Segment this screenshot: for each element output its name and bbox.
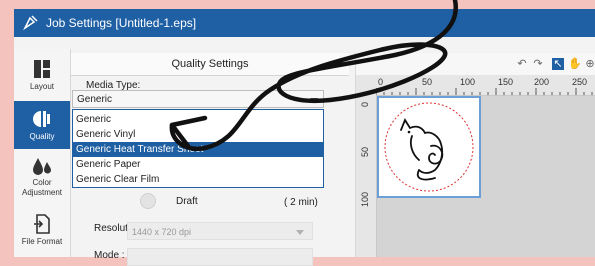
resolution-select[interactable]: 1440 x 720 dpi [127, 222, 313, 240]
pen-tool-icon [23, 15, 38, 31]
ruler-tick-label: 100 [360, 191, 370, 207]
draft-time: ( 2 min) [284, 197, 318, 208]
mode-label: Mode : [94, 250, 125, 261]
ruler-tick-label: 200 [534, 77, 550, 87]
nav-color-adjustment[interactable]: Color Adjustment [14, 153, 70, 203]
title-bar: Job Settings [Untitled-1.eps] [14, 9, 595, 37]
vertical-ruler: 0 50 100 [356, 95, 377, 257]
layout-icon [34, 60, 50, 78]
window-title: Job Settings [Untitled-1.eps] [46, 16, 197, 30]
settings-sidebar: Layout Quality Color Adjustment File For… [14, 49, 71, 257]
nav-layout-label: Layout [29, 82, 55, 91]
nav-layout[interactable]: Layout [14, 53, 70, 99]
ruler-tick-label: 250 [572, 77, 588, 87]
draft-radio[interactable] [140, 193, 156, 209]
nav-quality-label: Quality [29, 132, 55, 141]
quality-icon [33, 111, 50, 127]
nav-quality[interactable]: Quality [14, 101, 70, 149]
quality-settings-header: Quality Settings [71, 53, 349, 76]
media-option-generic-vinyl[interactable]: Generic Vinyl [73, 127, 323, 142]
media-option-generic-clear-film[interactable]: Generic Clear Film [73, 172, 323, 187]
ruler-tick-label: 50 [422, 77, 433, 87]
cat-design [384, 102, 474, 192]
ruler-corner [356, 75, 376, 95]
file-format-icon [34, 214, 50, 234]
ruler-tick-label: 150 [498, 77, 514, 87]
preview-toolbar: ↶ ↷ ↖ ✋ ⊕ [356, 53, 595, 75]
media-type-select[interactable]: Generic [72, 90, 324, 108]
media-option-generic[interactable]: Generic [73, 112, 323, 127]
chevron-down-icon [310, 98, 318, 103]
nav-file-format[interactable]: File Format [14, 209, 70, 255]
ruler-ticks [376, 88, 593, 95]
zoom-icon[interactable]: ⊕ [584, 58, 595, 70]
nav-color-adjustment-label: Color Adjustment [21, 178, 63, 197]
droplets-icon [33, 158, 51, 175]
draft-label: Draft [176, 196, 198, 207]
preview-panel: ↶ ↷ ↖ ✋ ⊕ 0 50 100 150 200 250 0 50 100 [355, 53, 595, 257]
ruler-tick-label: 50 [360, 146, 370, 157]
media-type-value: Generic [77, 94, 113, 105]
undo-icon[interactable]: ↶ [516, 58, 528, 70]
media-option-generic-paper[interactable]: Generic Paper [73, 157, 323, 172]
nav-file-format-label: File Format [21, 237, 63, 246]
select-arrow-icon[interactable]: ↖ [552, 58, 564, 70]
hand-icon[interactable]: ✋ [568, 58, 582, 70]
media-page [377, 96, 481, 198]
redo-icon[interactable]: ↷ [532, 58, 544, 70]
chevron-down-icon [296, 230, 304, 235]
mode-select[interactable] [127, 248, 313, 266]
resolution-value: 1440 x 720 dpi [132, 227, 192, 237]
ruler-tick-label: 0 [378, 77, 384, 87]
media-type-dropdown: Generic Generic Vinyl Generic Heat Trans… [72, 109, 324, 188]
preview-canvas[interactable] [377, 96, 595, 257]
horizontal-ruler: 0 50 100 150 200 250 [376, 75, 595, 96]
ruler-tick-label: 0 [360, 101, 370, 107]
media-option-generic-heat-transfer-sheet[interactable]: Generic Heat Transfer Sheet [73, 142, 323, 157]
ruler-tick-label: 100 [460, 77, 476, 87]
